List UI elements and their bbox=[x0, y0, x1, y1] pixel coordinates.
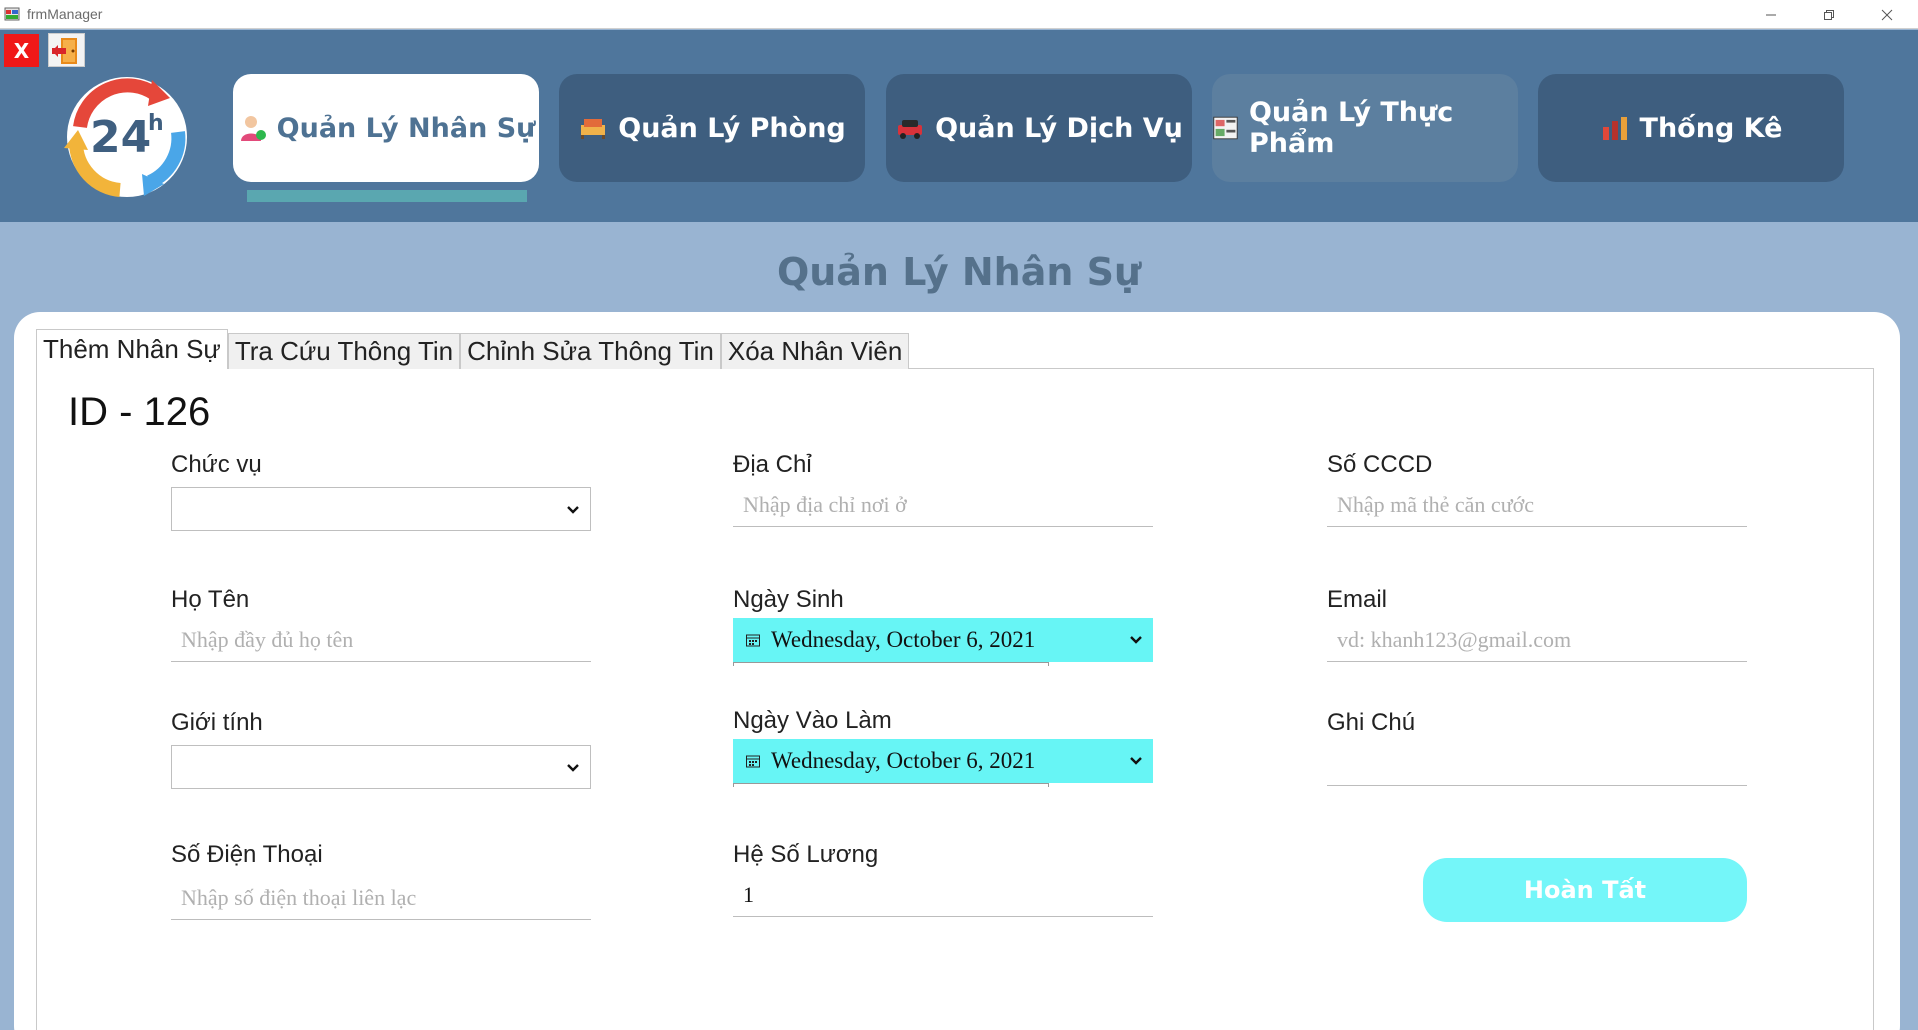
minimize-button[interactable] bbox=[1748, 0, 1794, 29]
employee-id: ID - 126 bbox=[68, 390, 211, 434]
he-so-luong-label: Hệ Số Lương bbox=[733, 841, 879, 868]
chevron-down-icon bbox=[567, 506, 579, 514]
nav-label: Quản Lý Nhân Sự bbox=[276, 112, 536, 144]
window-title: frmManager bbox=[27, 6, 103, 22]
logo-text: 24 bbox=[90, 112, 151, 163]
ngay-sinh-label: Ngày Sinh bbox=[733, 586, 844, 613]
page-title: Quản Lý Nhân Sự bbox=[776, 250, 1142, 294]
ngay-vao-lam-label: Ngày Vào Làm bbox=[733, 707, 892, 734]
ho-ten-input[interactable]: Nhập đầy đủ họ tên bbox=[171, 618, 591, 662]
nav-quan-ly-dich-vu[interactable]: Quản Lý Dịch Vụ bbox=[886, 74, 1192, 182]
ho-ten-label: Họ Tên bbox=[171, 586, 250, 613]
app-close-button[interactable]: X bbox=[4, 34, 39, 67]
tab-strip: Thêm Nhân Sự Tra Cứu Thông Tin Chỉnh Sửa… bbox=[36, 329, 910, 369]
chuc-vu-label: Chức vụ bbox=[171, 451, 262, 478]
so-dien-thoai-label: Số Điện Thoại bbox=[171, 841, 323, 868]
nav-thong-ke[interactable]: Thống Kê bbox=[1538, 74, 1844, 182]
active-nav-indicator bbox=[247, 190, 527, 202]
chart-icon bbox=[1602, 117, 1627, 140]
nav-label: Thống Kê bbox=[1639, 112, 1783, 144]
gioi-tinh-select[interactable] bbox=[171, 745, 591, 789]
room-icon bbox=[581, 119, 606, 139]
restore-button[interactable] bbox=[1806, 0, 1852, 29]
nav-label: Quản Lý Thực Phẩm bbox=[1248, 97, 1454, 159]
window-titlebar: frmManager bbox=[0, 0, 1918, 29]
calendar-icon bbox=[746, 634, 760, 647]
ngay-sinh-datepicker[interactable]: Wednesday, October 6, 2021 bbox=[733, 618, 1153, 666]
datepicker-edge bbox=[733, 662, 1049, 666]
app-logo: 24 h bbox=[64, 77, 187, 197]
exit-door-icon bbox=[52, 38, 77, 64]
food-menu-icon bbox=[1213, 116, 1238, 140]
ngay-vao-lam-value: Wednesday, October 6, 2021 bbox=[771, 748, 1036, 773]
close-icon bbox=[1881, 9, 1893, 20]
gioi-tinh-label: Giới tính bbox=[171, 709, 263, 736]
close-window-button[interactable] bbox=[1864, 0, 1910, 29]
so-cccd-input[interactable]: Nhập mã thẻ căn cước bbox=[1327, 483, 1747, 527]
tab-them-nhan-su[interactable]: Thêm Nhân Sự bbox=[36, 329, 228, 369]
he-so-luong-input[interactable]: 1 bbox=[733, 873, 1153, 917]
logo-sup: h bbox=[148, 111, 164, 136]
ngay-vao-lam-datepicker[interactable]: Wednesday, October 6, 2021 bbox=[733, 739, 1153, 787]
tab-xoa-nhan-vien[interactable]: Xóa Nhân Viên bbox=[720, 333, 910, 369]
chevron-down-icon bbox=[567, 764, 579, 772]
email-input[interactable]: vd: khanh123@gmail.com bbox=[1327, 618, 1747, 662]
ghi-chu-input[interactable] bbox=[1327, 742, 1747, 786]
hoan-tat-button[interactable]: Hoàn Tất bbox=[1423, 858, 1747, 922]
nav-label: Quản Lý Phòng bbox=[618, 112, 846, 144]
tab-panel bbox=[36, 368, 1874, 1030]
restore-icon bbox=[1824, 9, 1834, 20]
email-label: Email bbox=[1327, 586, 1388, 613]
car-service-icon bbox=[898, 120, 923, 139]
tab-tra-cuu-thong-tin[interactable]: Tra Cứu Thông Tin bbox=[227, 333, 461, 369]
nav-quan-ly-phong[interactable]: Quản Lý Phòng bbox=[559, 74, 865, 182]
so-dien-thoai-input[interactable]: Nhập số điện thoại liên lạc bbox=[171, 876, 591, 920]
tab-chinh-sua-thong-tin[interactable]: Chỉnh Sửa Thông Tin bbox=[460, 333, 721, 369]
dia-chi-input[interactable]: Nhập địa chỉ nơi ở bbox=[733, 483, 1153, 527]
ghi-chu-label: Ghi Chú bbox=[1327, 709, 1416, 736]
app-icon bbox=[4, 7, 20, 21]
chuc-vu-select[interactable] bbox=[171, 487, 591, 531]
nav-quan-ly-thuc-pham[interactable]: Quản Lý Thực Phẩm bbox=[1212, 74, 1518, 182]
ngay-sinh-value: Wednesday, October 6, 2021 bbox=[771, 627, 1036, 652]
minimize-icon bbox=[1766, 14, 1776, 15]
calendar-icon bbox=[746, 755, 760, 768]
user-icon bbox=[240, 116, 266, 141]
nav-quan-ly-nhan-su[interactable]: Quản Lý Nhân Sự bbox=[233, 74, 539, 182]
nav-label: Quản Lý Dịch Vụ bbox=[935, 112, 1183, 144]
chevron-down-icon bbox=[1130, 757, 1142, 765]
logout-button[interactable] bbox=[48, 33, 85, 67]
chevron-down-icon bbox=[1130, 636, 1142, 644]
datepicker-edge bbox=[733, 783, 1049, 787]
so-cccd-label: Số CCCD bbox=[1327, 451, 1433, 478]
dia-chi-label: Địa Chỉ bbox=[733, 451, 812, 478]
